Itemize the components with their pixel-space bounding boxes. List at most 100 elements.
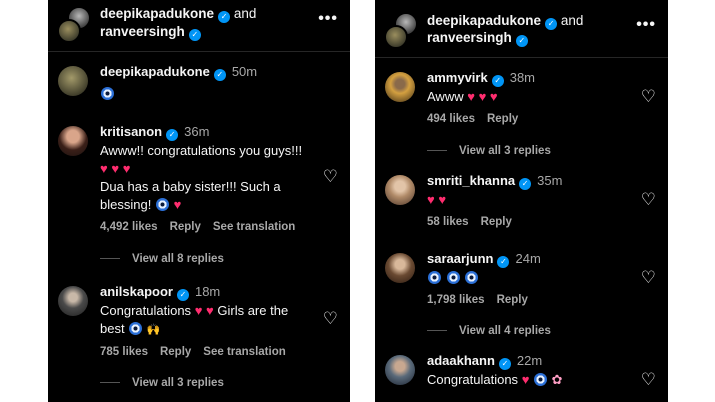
comment-username[interactable]: anilskapoor: [100, 284, 173, 299]
post-header: deepikapadukone ✓ and ranveersingh ✓ •••: [48, 0, 350, 52]
view-replies-button[interactable]: View all 8 replies: [100, 253, 224, 265]
verified-badge-icon: ✓: [188, 29, 201, 41]
heart-outline-icon[interactable]: ♡: [641, 88, 656, 105]
post-header: deepikapadukone ✓ and ranveersingh ✓ •••: [375, 0, 668, 58]
more-options-icon[interactable]: •••: [636, 16, 656, 34]
verified-badge-icon: ✓: [498, 358, 511, 370]
avatar[interactable]: [58, 126, 88, 156]
comment-body: kritisanon ✓ 36m Awww!! congratulations yo…: [100, 124, 316, 233]
verified-badge-icon: ✓: [176, 289, 189, 301]
post-comments-panel-right: deepikapadukone ✓ and ranveersingh ✓ ••• a…: [375, 0, 668, 402]
reply-button[interactable]: Reply: [481, 216, 512, 228]
heart-outline-icon[interactable]: ♡: [641, 371, 656, 388]
comment-time: 18m: [194, 284, 221, 299]
comment-text: Congratulations ♥ ♥ Girls are the best 🙌: [100, 302, 316, 339]
reply-button[interactable]: Reply: [497, 294, 528, 306]
comment-username[interactable]: ammyvirk: [427, 70, 488, 85]
comment-body: saraarjunn ✓ 24m 1,798 likes Reply: [427, 251, 634, 306]
comment-username[interactable]: kritisanon: [100, 124, 162, 139]
verified-badge-icon: ✓: [497, 256, 510, 268]
evil-eye-emoji-icon: [465, 271, 479, 284]
comment-text: Awww ♥ ♥ ♥: [427, 89, 498, 104]
avatar[interactable]: [385, 355, 415, 385]
likes-count[interactable]: 494 likes: [427, 113, 475, 125]
avatar[interactable]: [385, 72, 415, 102]
reply-button[interactable]: Reply: [170, 221, 201, 233]
comment-header: kritisanon ✓ 36m: [100, 124, 316, 141]
divider: [427, 150, 447, 152]
header-and: and: [233, 6, 257, 21]
reply-button[interactable]: Reply: [487, 113, 518, 125]
caption-header: deepikapadukone ✓ 50m: [100, 64, 316, 81]
avatar[interactable]: [385, 175, 415, 205]
avatar[interactable]: [58, 286, 88, 316]
comment-body: smriti_khanna ✓ 35m ♥ ♥ 58 likes Reply: [427, 173, 634, 228]
collab-avatars[interactable]: [384, 12, 420, 52]
header-username-1[interactable]: deepikapadukone: [100, 6, 214, 21]
comment-text: Congratulations ♥ ✿: [427, 372, 563, 387]
verified-badge-icon: ✓: [545, 18, 558, 30]
avatar-deepikapadukone: [384, 25, 408, 49]
comment-body: adaakhann ✓ 22m Congratulations ♥ ✿: [427, 353, 634, 389]
collab-avatars[interactable]: [57, 6, 93, 46]
comment-username[interactable]: saraarjunn: [427, 251, 493, 266]
reply-button[interactable]: Reply: [160, 346, 191, 358]
view-replies-button[interactable]: View all 4 replies: [427, 325, 551, 337]
comment-time: 38m: [509, 70, 536, 85]
view-replies-button[interactable]: View all 3 replies: [427, 145, 551, 157]
see-translation-button[interactable]: See translation: [203, 346, 285, 358]
heart-outline-icon[interactable]: ♡: [641, 269, 656, 286]
header-username-2[interactable]: ranveersingh: [427, 30, 512, 45]
comment-username[interactable]: adaakhann: [427, 353, 495, 368]
verified-badge-icon: ✓: [166, 129, 179, 141]
comment-text: ♥ ♥: [427, 192, 447, 207]
comment-body: anilskapoor ✓ 18m Congratulations ♥ ♥ Girl…: [100, 284, 316, 358]
comment-time: 24m: [515, 251, 541, 266]
see-translation-button[interactable]: See translation: [213, 221, 295, 233]
view-replies-button[interactable]: View all 3 replies: [100, 377, 224, 389]
divider: [100, 382, 120, 384]
evil-eye-emoji-icon: [428, 271, 441, 284]
divider: [427, 330, 447, 332]
caption-username[interactable]: deepikapadukone: [100, 64, 210, 79]
likes-count[interactable]: 58 likes: [427, 216, 469, 228]
avatar[interactable]: [385, 253, 415, 283]
comment-time: 35m: [537, 173, 563, 188]
likes-count[interactable]: 785 likes: [100, 346, 148, 358]
comment-meta: 494 likes Reply: [427, 113, 634, 125]
evil-eye-emoji-icon: [129, 322, 143, 335]
comment-line-1: Congratulations ♥ ♥ Girls are the: [100, 303, 289, 318]
caption-body: deepikapadukone ✓ 50m: [100, 64, 316, 103]
caption-text: [100, 85, 316, 103]
header-line-2: ranveersingh ✓: [427, 30, 528, 47]
comment-time: 22m: [516, 353, 543, 368]
verified-badge-icon: ✓: [519, 178, 532, 190]
comment-text: Awww!! congratulations you guys!!! ♥ ♥ ♥…: [100, 142, 316, 214]
likes-count[interactable]: 1,798 likes: [427, 294, 485, 306]
comment-line-3: blessing!: [100, 197, 152, 212]
comment-text: [427, 269, 634, 287]
comment-header: anilskapoor ✓ 18m: [100, 284, 316, 301]
evil-eye-emoji-icon: [534, 373, 548, 386]
header-username-1[interactable]: deepikapadukone: [427, 13, 541, 28]
comment-line-2: best 🙌: [100, 321, 161, 336]
header-line-1: deepikapadukone ✓ and: [100, 6, 256, 23]
heart-outline-icon[interactable]: ♡: [323, 310, 338, 327]
heart-outline-icon[interactable]: ♡: [641, 191, 656, 208]
verified-badge-icon: ✓: [218, 11, 231, 23]
more-options-icon[interactable]: •••: [318, 10, 338, 28]
comment-header: ammyvirk ✓ 38m: [427, 70, 634, 87]
comment-header: smriti_khanna ✓ 35m: [427, 173, 634, 190]
comment-line-2: Dua has a baby sister!!! Such a: [100, 179, 281, 194]
likes-count[interactable]: 4,492 likes: [100, 221, 158, 233]
comment-time: 36m: [184, 124, 210, 139]
comment-username[interactable]: smriti_khanna: [427, 173, 515, 188]
comment-meta: 4,492 likes Reply See translation: [100, 221, 316, 233]
comment-meta: 1,798 likes Reply: [427, 294, 634, 306]
verified-badge-icon: ✓: [491, 75, 504, 87]
avatar[interactable]: [58, 66, 88, 96]
heart-outline-icon[interactable]: ♡: [323, 168, 338, 185]
verified-badge-icon: ✓: [515, 35, 528, 47]
comment-meta: 58 likes Reply: [427, 216, 634, 228]
header-username-2[interactable]: ranveersingh: [100, 24, 185, 39]
